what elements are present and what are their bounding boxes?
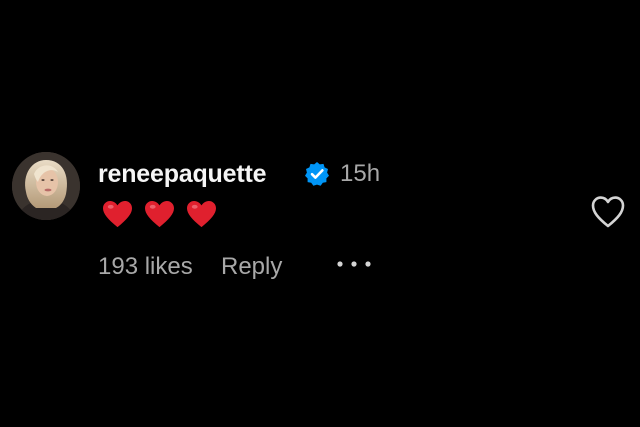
more-options-button[interactable] [334, 253, 374, 275]
comment: reneepaquette 15h 193 likes Reply [0, 0, 640, 427]
red-heart-emoji-icon [103, 200, 132, 228]
reply-button[interactable]: Reply [221, 250, 282, 284]
more-icon [337, 261, 371, 267]
comment-timestamp: 15h [340, 160, 381, 187]
like-comment-button[interactable] [590, 195, 626, 229]
red-heart-emoji-icon [145, 200, 174, 228]
comment-text [102, 200, 217, 230]
username[interactable]: reneepaquette [98, 156, 266, 192]
likes-count[interactable]: 193 likes [98, 250, 193, 284]
heart-outline-icon [591, 196, 625, 228]
avatar[interactable] [12, 152, 80, 220]
verified-badge-icon [304, 161, 330, 187]
red-heart-emoji-icon [187, 200, 216, 228]
avatar-image [12, 152, 80, 220]
